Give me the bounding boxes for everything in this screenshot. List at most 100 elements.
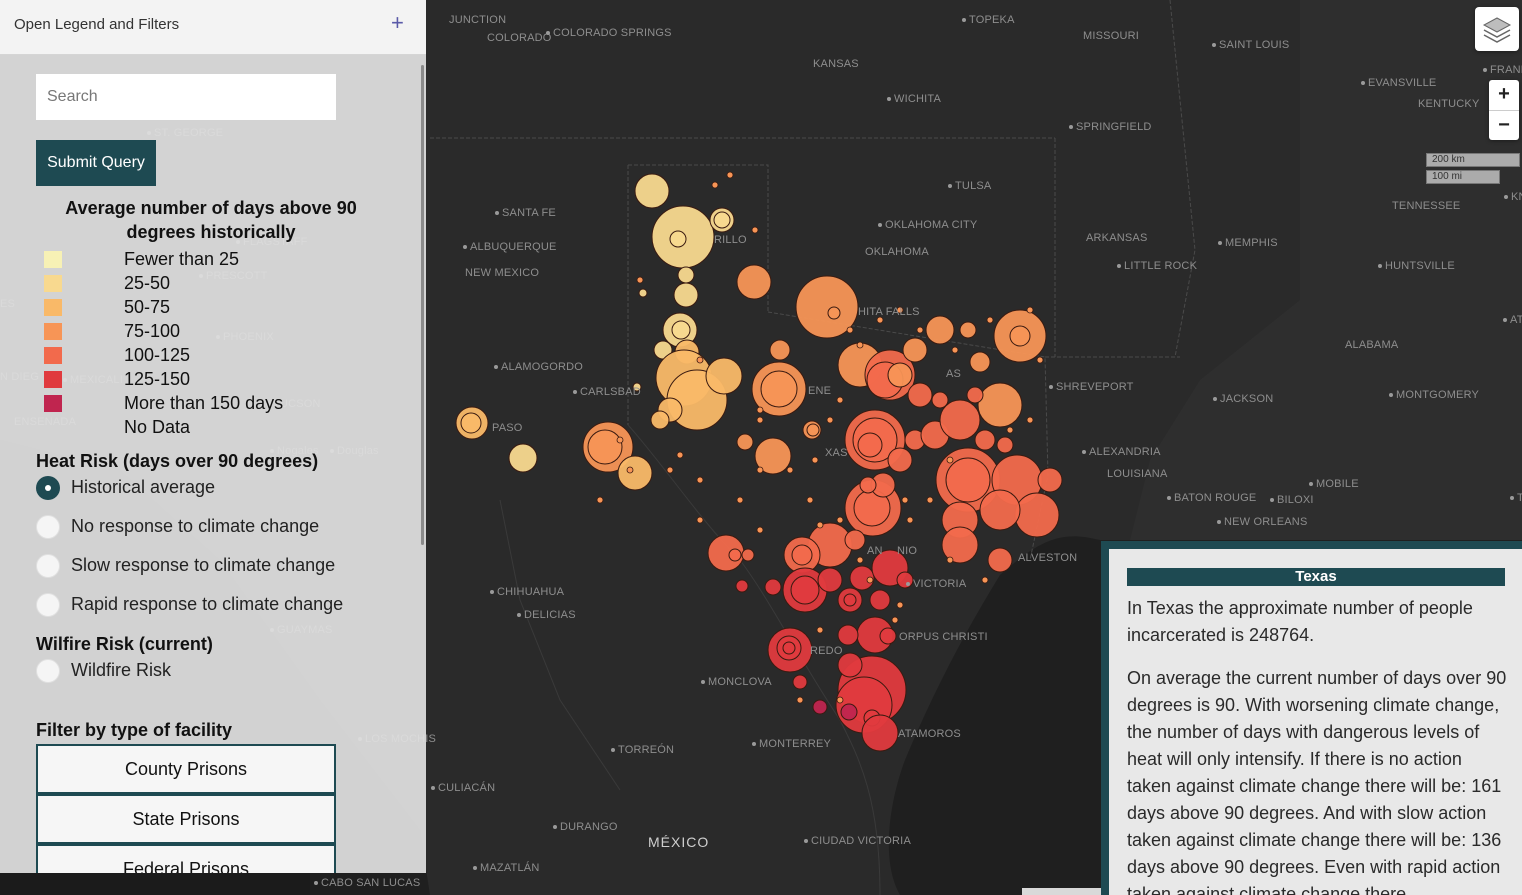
facility-bubble[interactable] — [756, 406, 764, 414]
facility-bubble[interactable] — [790, 575, 820, 605]
facility-bubble[interactable] — [677, 266, 695, 284]
facility-bubble[interactable] — [671, 320, 691, 340]
facility-bubble[interactable] — [836, 396, 844, 404]
facility-bubble[interactable] — [979, 489, 1021, 531]
facility-bubble[interactable] — [812, 699, 828, 715]
facility-bubble[interactable] — [836, 516, 844, 524]
facility-bubble[interactable] — [843, 593, 857, 607]
filter-state-prisons-button[interactable]: State Prisons — [36, 794, 336, 844]
facility-bubble[interactable] — [726, 171, 734, 179]
facility-bubble[interactable] — [816, 626, 824, 634]
facility-bubble[interactable] — [626, 466, 634, 474]
facility-bubble[interactable] — [791, 544, 813, 566]
facility-bubble[interactable] — [1009, 325, 1031, 347]
facility-bubble[interactable] — [974, 429, 996, 451]
heat-option-radio[interactable] — [36, 593, 60, 617]
facility-bubble[interactable] — [861, 714, 899, 752]
facility-bubble[interactable] — [782, 641, 796, 655]
facility-bubble[interactable] — [907, 382, 933, 408]
facility-bubble[interactable] — [806, 423, 820, 437]
facility-bubble[interactable] — [736, 264, 772, 300]
facility-bubble[interactable] — [891, 616, 899, 624]
facility-bubble[interactable] — [796, 696, 804, 704]
wildfire-radio[interactable] — [36, 659, 60, 683]
facility-bubble[interactable] — [1014, 492, 1060, 538]
facility-bubble[interactable] — [827, 306, 841, 320]
heat-option-radio[interactable] — [36, 515, 60, 539]
facility-bubble[interactable] — [1026, 416, 1034, 424]
facility-bubble[interactable] — [806, 496, 814, 504]
facility-bubble[interactable] — [946, 456, 954, 464]
heat-option-radio[interactable] — [36, 554, 60, 578]
facility-bubble[interactable] — [879, 627, 897, 645]
facility-bubble[interactable] — [705, 357, 743, 395]
facility-bubble[interactable] — [736, 433, 754, 451]
facility-bubble[interactable] — [926, 496, 934, 504]
facility-bubble[interactable] — [986, 316, 994, 324]
facility-bubble[interactable] — [650, 410, 670, 430]
facility-bubble[interactable] — [939, 399, 981, 441]
facility-bubble[interactable] — [669, 230, 687, 248]
facility-bubble[interactable] — [756, 416, 764, 424]
filter-county-prisons-button[interactable]: County Prisons — [36, 744, 336, 794]
facility-bubble[interactable] — [941, 526, 979, 564]
facility-bubble[interactable] — [728, 548, 742, 562]
sidebar-scrollbar[interactable] — [421, 65, 424, 545]
facility-bubble[interactable] — [756, 466, 764, 474]
facility-bubble[interactable] — [696, 516, 704, 524]
facility-bubble[interactable] — [666, 466, 674, 474]
facility-bubble[interactable] — [1036, 356, 1044, 364]
facility-bubble[interactable] — [817, 567, 843, 593]
facility-bubble[interactable] — [711, 181, 719, 189]
facility-bubble[interactable] — [902, 337, 928, 363]
facility-bubble[interactable] — [786, 466, 794, 474]
heat-option-radio[interactable] — [36, 476, 60, 500]
facility-bubble[interactable] — [925, 315, 955, 345]
facility-bubble[interactable] — [946, 556, 954, 564]
facility-bubble[interactable] — [951, 346, 959, 354]
facility-bubble[interactable] — [735, 579, 749, 593]
facility-bubble[interactable] — [856, 556, 864, 564]
facility-bubble[interactable] — [1026, 306, 1034, 314]
facility-bubble[interactable] — [638, 288, 648, 298]
facility-bubble[interactable] — [840, 703, 858, 721]
facility-bubble[interactable] — [764, 578, 782, 596]
submit-query-button[interactable]: Submit Query — [36, 140, 156, 186]
facility-bubble[interactable] — [751, 226, 759, 234]
facility-bubble[interactable] — [901, 496, 909, 504]
facility-bubble[interactable] — [869, 589, 891, 611]
facility-bubble[interactable] — [760, 370, 798, 408]
facility-bubble[interactable] — [596, 496, 604, 504]
facility-bubble[interactable] — [959, 321, 977, 339]
facility-bubble[interactable] — [1006, 426, 1014, 434]
facility-bubble[interactable] — [741, 548, 755, 562]
facility-bubble[interactable] — [969, 351, 991, 373]
facility-bubble[interactable] — [816, 521, 824, 529]
facility-bubble[interactable] — [673, 282, 699, 308]
facility-bubble[interactable] — [857, 432, 883, 458]
facility-bubble[interactable] — [987, 547, 1013, 573]
facility-bubble[interactable] — [896, 601, 904, 609]
facility-bubble[interactable] — [945, 457, 991, 503]
facility-bubble[interactable] — [826, 416, 834, 424]
facility-bubble[interactable] — [866, 576, 874, 584]
facility-bubble[interactable] — [887, 362, 913, 388]
facility-bubble[interactable] — [617, 455, 653, 491]
facility-bubble[interactable] — [846, 326, 854, 334]
facility-bubble[interactable] — [906, 516, 914, 524]
facility-bubble[interactable] — [696, 356, 704, 364]
facility-bubble[interactable] — [713, 211, 731, 229]
facility-bubble[interactable] — [856, 341, 864, 349]
facility-bubble[interactable] — [634, 173, 670, 209]
expand-plus-icon[interactable]: + — [391, 10, 404, 36]
facility-bubble[interactable] — [996, 436, 1014, 454]
search-input[interactable] — [36, 74, 336, 120]
facility-bubble[interactable] — [887, 447, 913, 473]
facility-bubble[interactable] — [616, 436, 624, 444]
facility-bubble[interactable] — [769, 339, 791, 361]
layers-button[interactable] — [1475, 7, 1519, 51]
zoom-in-button[interactable]: + — [1489, 80, 1519, 111]
facility-bubble[interactable] — [811, 456, 819, 464]
facility-bubble[interactable] — [676, 451, 684, 459]
facility-bubble[interactable] — [736, 496, 744, 504]
